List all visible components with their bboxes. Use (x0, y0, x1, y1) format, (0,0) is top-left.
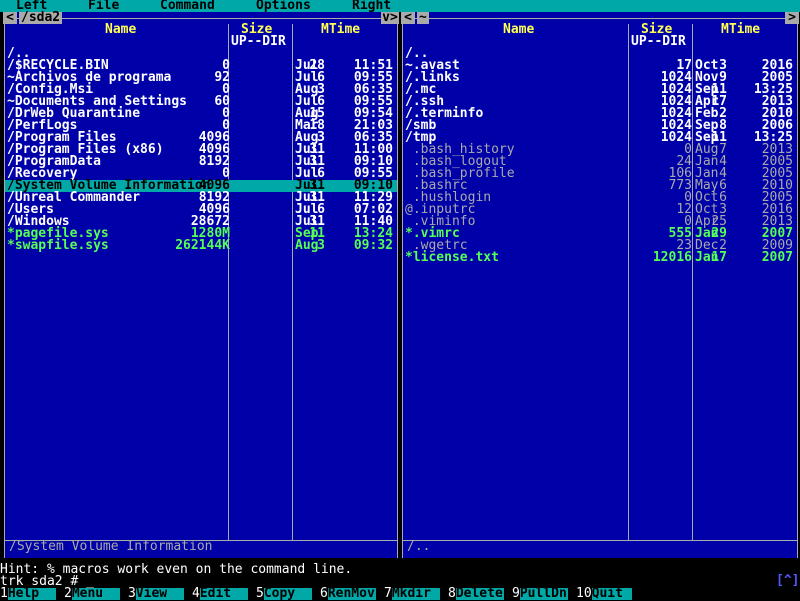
show-panels-button[interactable]: [^] (776, 574, 799, 587)
fkey-edit[interactable]: 4Edit (192, 586, 256, 601)
file-mtime-time: 09:32 (353, 238, 393, 253)
panel-frame-top (5, 18, 397, 19)
file-name: *swapfile.sys (7, 238, 109, 253)
fkey-label: Quit (591, 587, 632, 600)
fkey-number: 3 (128, 586, 136, 601)
file-mtime-day: 17 (711, 250, 727, 265)
right-mini-status: /.. (407, 539, 431, 554)
fkey-number: 2 (64, 586, 72, 601)
file-row[interactable]: /.mc 1024 Sep 11 13:25 (403, 83, 797, 96)
up-dir-label: UP--DIR (231, 34, 286, 49)
menu-file[interactable]: File (88, 0, 119, 12)
fkey-mkdir[interactable]: 7Mkdir (384, 586, 448, 601)
fkey-label: View (135, 587, 184, 600)
history-back-button[interactable]: < (3, 11, 17, 24)
fkey-number: 8 (448, 586, 456, 601)
fkey-help[interactable]: 1Help (0, 586, 64, 601)
fkey-delete[interactable]: 8Delete (448, 586, 512, 601)
fkey-number: 10 (576, 586, 592, 601)
column-header-name[interactable]: Name (105, 23, 136, 36)
panel-frame-top (403, 18, 797, 19)
fkey-number: 5 (256, 586, 264, 601)
right-file-list[interactable]: /.. ~.avast 17 Oct 3 2016/.links 1024 Nov 9 2005/… (403, 47, 797, 265)
function-key-bar: 1Help 2Menu 3View 4Edit 5Copy 6RenMov 7Mkdir 8D… (0, 586, 800, 601)
left-mini-status: /System Volume Information (9, 539, 213, 554)
menu-options[interactable]: Options (256, 0, 311, 12)
fkey-quit[interactable]: 10Quit (576, 586, 800, 601)
fkey-label: Help (7, 587, 56, 600)
file-mtime-day: 3 (317, 238, 325, 253)
history-list-button[interactable]: > (785, 11, 799, 24)
file-row[interactable]: /.links 1024 Nov 9 2005 (403, 71, 797, 84)
fkey-copy[interactable]: 5Copy (256, 586, 320, 601)
right-panel-path[interactable]: ~ (417, 11, 429, 24)
fkey-number: 7 (384, 586, 392, 601)
fkey-label: PullDn (519, 586, 568, 601)
mini-status-divider (403, 540, 797, 541)
column-header-name[interactable]: Name (503, 23, 534, 36)
file-row[interactable]: ~.avast 17 Oct 3 2016 (403, 59, 797, 72)
fkey-label: RenMov (327, 586, 376, 601)
left-file-list[interactable]: /../$RECYCLE.BIN 0 Jul 28 11:51 ~Archivos de … (5, 47, 397, 253)
file-row[interactable]: /smb 1024 Sep 8 2006 (403, 119, 797, 132)
file-size: 12016 (652, 250, 692, 265)
history-back-button[interactable]: < (401, 11, 415, 24)
fkey-view[interactable]: 3View (128, 586, 192, 601)
left-file-panel[interactable]: < /sda2 v> Name Size MTime UP--DIR /../$… (3, 11, 399, 558)
menu-bar: Left File Command Options Right (0, 0, 800, 12)
fkey-renmov[interactable]: 6RenMov (320, 586, 384, 601)
file-row[interactable]: /.terminfo 1024 Feb 2 2010 (403, 107, 797, 120)
file-row[interactable]: /.. (403, 47, 797, 60)
up-dir-label: UP--DIR (631, 34, 686, 49)
column-header-mtime[interactable]: MTime (721, 23, 760, 36)
fkey-label: Delete (455, 586, 504, 601)
fkey-label: Menu (71, 587, 120, 600)
fkey-number: 1 (0, 586, 8, 601)
fkey-label: Copy (263, 587, 312, 600)
file-mtime-month: Aug (295, 238, 319, 253)
history-list-button[interactable]: v> (381, 11, 399, 24)
fkey-pulldn[interactable]: 9PullDn (512, 586, 576, 601)
file-mtime-time: 2007 (761, 250, 793, 265)
fkey-number: 4 (192, 586, 200, 601)
menu-command[interactable]: Command (160, 0, 215, 12)
file-row[interactable]: *license.txt 12016 Jan 17 2007 (403, 250, 797, 265)
fkey-number: 9 (512, 586, 520, 601)
left-panel-path[interactable]: /sda2 (19, 11, 63, 24)
fkey-label: Mkdir (391, 587, 440, 600)
right-file-panel[interactable]: < ~ > Name Size MTime UP--DIR /.. ~.avast… (401, 11, 799, 558)
fkey-menu[interactable]: 2Menu (64, 586, 128, 601)
file-row[interactable]: .viminfo 0 Apr 25 2013 (403, 215, 797, 228)
file-name: *license.txt (405, 250, 499, 265)
file-row[interactable]: *swapfile.sys 262144K Aug 3 09:32 (5, 238, 397, 253)
column-header-mtime[interactable]: MTime (321, 23, 360, 36)
fkey-label: Edit (199, 587, 248, 600)
fkey-number: 6 (320, 586, 328, 601)
file-size: 262144K (175, 238, 230, 253)
